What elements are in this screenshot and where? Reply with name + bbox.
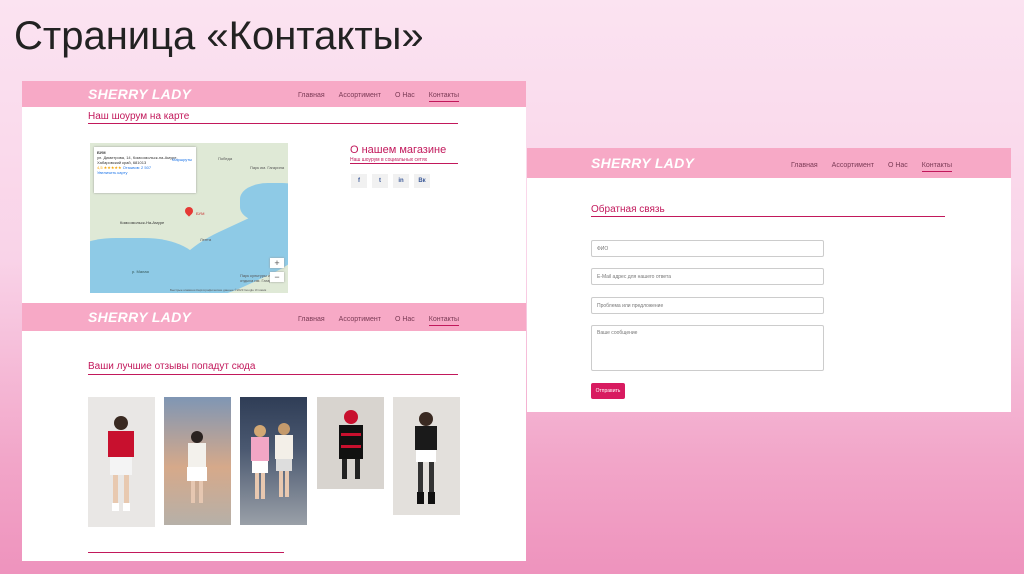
section-divider bbox=[591, 216, 945, 217]
place-label: Лента bbox=[200, 237, 212, 242]
map-info-card: БУМ ул. Димитрова, 14, Комсомольск-на-Ам… bbox=[94, 147, 196, 193]
zoom-in-button[interactable]: + bbox=[270, 258, 284, 268]
site-logo[interactable]: SHERRY LADY bbox=[88, 86, 191, 102]
place-label: Парк им. Гагарина bbox=[250, 165, 285, 170]
person-figure bbox=[108, 416, 134, 511]
nav-contacts[interactable]: Контакты bbox=[428, 92, 460, 102]
nav-assortment[interactable]: Ассортимент bbox=[832, 162, 874, 172]
nav-about[interactable]: О Нас bbox=[395, 92, 415, 102]
nav-home[interactable]: Главная bbox=[791, 162, 818, 172]
main-nav: Главная Ассортимент О Нас Контакты bbox=[791, 162, 953, 172]
feedback-page-screenshot: SHERRY LADY Главная Ассортимент О Нас Ко… bbox=[527, 148, 1011, 412]
site-header: SHERRY LADY Главная Ассортимент О Нас Ко… bbox=[22, 303, 526, 331]
email-field[interactable]: E-Mail адрес для нашего ответа bbox=[591, 268, 824, 285]
about-divider bbox=[350, 163, 458, 164]
nav-contacts[interactable]: Контакты bbox=[921, 162, 953, 172]
person-figure bbox=[415, 412, 437, 504]
map-page-screenshot: SHERRY LADY Главная Ассортимент О Нас Ко… bbox=[22, 81, 526, 303]
site-logo[interactable]: SHERRY LADY bbox=[88, 309, 191, 325]
person-figure bbox=[187, 431, 207, 503]
map-footer: Быстрые клавиши Картографические данные … bbox=[170, 288, 267, 292]
review-photo[interactable] bbox=[88, 397, 155, 527]
slide-title: Страница «Контакты» bbox=[14, 14, 424, 58]
nav-about[interactable]: О Нас bbox=[888, 162, 908, 172]
footer-divider bbox=[88, 552, 284, 553]
store-map[interactable]: БУМ ул. Димитрова, 14, Комсомольск-на-Ам… bbox=[90, 143, 288, 293]
main-nav: Главная Ассортимент О Нас Контакты bbox=[298, 316, 460, 326]
location-pin-icon[interactable] bbox=[183, 205, 195, 217]
map-section-title: Наш шоурум на карте bbox=[88, 111, 190, 122]
name-field[interactable]: ФИО bbox=[591, 240, 824, 257]
review-photo[interactable] bbox=[240, 397, 307, 525]
route-link[interactable]: Маршруты bbox=[172, 157, 192, 162]
nav-contacts[interactable]: Контакты bbox=[428, 316, 460, 326]
twitter-icon[interactable]: t bbox=[372, 174, 388, 188]
reviews-page-screenshot: SHERRY LADY Главная Ассортимент О Нас Ко… bbox=[22, 303, 526, 561]
river-shape bbox=[240, 183, 288, 223]
site-logo[interactable]: SHERRY LADY bbox=[591, 155, 694, 171]
linkedin-icon[interactable]: in bbox=[393, 174, 409, 188]
message-textarea[interactable]: Ваше сообщение bbox=[591, 325, 824, 371]
reviews-section-title: Ваши лучшие отзывы попадут сюда bbox=[88, 361, 256, 372]
city-label: Комсомольск-На-Амуре bbox=[120, 220, 165, 225]
people-figure bbox=[251, 423, 293, 499]
pin-label: БУМ bbox=[196, 211, 205, 216]
nav-about[interactable]: О Нас bbox=[395, 316, 415, 326]
place-label: Победа bbox=[218, 156, 233, 161]
section-divider bbox=[88, 123, 458, 124]
about-store-title: О нашем магазине bbox=[350, 144, 447, 156]
site-header: SHERRY LADY Главная Ассортимент О Нас Ко… bbox=[22, 81, 526, 107]
facebook-icon[interactable]: f bbox=[351, 174, 367, 188]
section-divider bbox=[88, 374, 458, 375]
nav-home[interactable]: Главная bbox=[298, 92, 325, 102]
submit-button[interactable]: Отправить bbox=[591, 383, 625, 399]
person-figure bbox=[339, 410, 363, 479]
site-header: SHERRY LADY Главная Ассортимент О Нас Ко… bbox=[527, 148, 1011, 178]
river-label: р. Малая bbox=[132, 269, 149, 274]
social-links: f t in Вк bbox=[351, 174, 430, 188]
nav-assortment[interactable]: Ассортимент bbox=[339, 92, 381, 102]
problem-field[interactable]: Проблема или предложение bbox=[591, 297, 824, 314]
nav-assortment[interactable]: Ассортимент bbox=[339, 316, 381, 326]
main-nav: Главная Ассортимент О Нас Контакты bbox=[298, 92, 460, 102]
review-photo[interactable] bbox=[164, 397, 231, 525]
enlarge-map-link[interactable]: Увеличить карту bbox=[97, 170, 193, 175]
nav-home[interactable]: Главная bbox=[298, 316, 325, 326]
feedback-title: Обратная связь bbox=[591, 204, 665, 215]
zoom-out-button[interactable]: − bbox=[270, 272, 284, 282]
review-photo[interactable] bbox=[317, 397, 384, 489]
review-photo[interactable] bbox=[393, 397, 460, 515]
vk-icon[interactable]: Вк bbox=[414, 174, 430, 188]
